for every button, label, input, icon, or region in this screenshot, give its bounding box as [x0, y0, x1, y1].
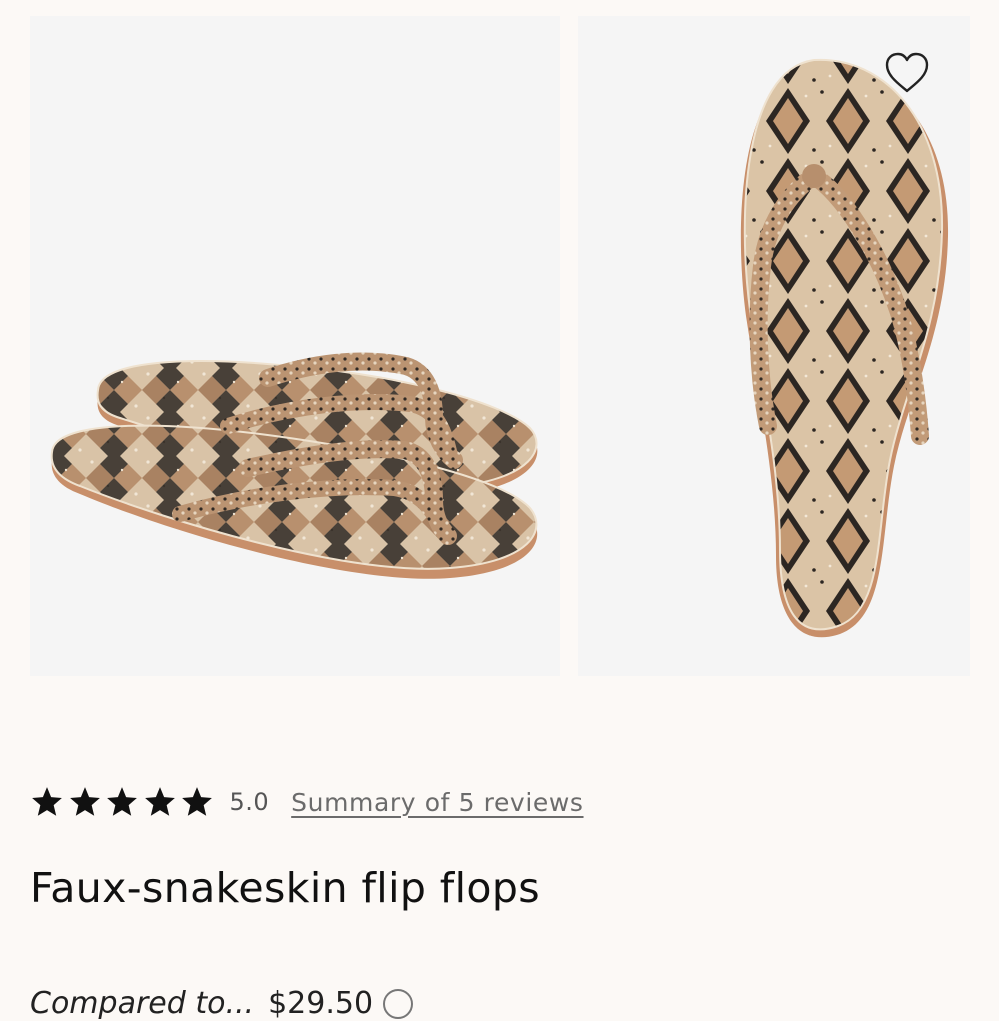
- flip-flops-pair-illustration: [50, 352, 538, 579]
- product-image-pair[interactable]: [30, 16, 560, 676]
- product-image-top-view[interactable]: [578, 16, 970, 676]
- info-icon[interactable]: [383, 988, 414, 1019]
- star-icon: [182, 787, 212, 816]
- star-icon: [107, 787, 137, 816]
- star-icon: [32, 787, 62, 816]
- product-title: Faux-snakeskin flip flops: [30, 864, 541, 912]
- favorite-button[interactable]: [880, 46, 934, 100]
- price-row: Compared to... $29.50: [30, 986, 414, 1021]
- rating-score: 5.0: [229, 788, 270, 816]
- star-rating: [30, 785, 218, 819]
- star-icon: [69, 787, 100, 816]
- heart-outline-icon: [885, 52, 929, 93]
- image-gallery: [0, 0, 999, 690]
- price-value: $29.50: [268, 986, 374, 1021]
- star-icon: [144, 787, 175, 816]
- flip-flop-top-view-illustration: [740, 58, 949, 638]
- rating-summary: 5.0 Summary of 5 reviews: [30, 780, 584, 824]
- price-label: Compared to...: [30, 986, 255, 1021]
- reviews-summary-link[interactable]: Summary of 5 reviews: [291, 788, 583, 817]
